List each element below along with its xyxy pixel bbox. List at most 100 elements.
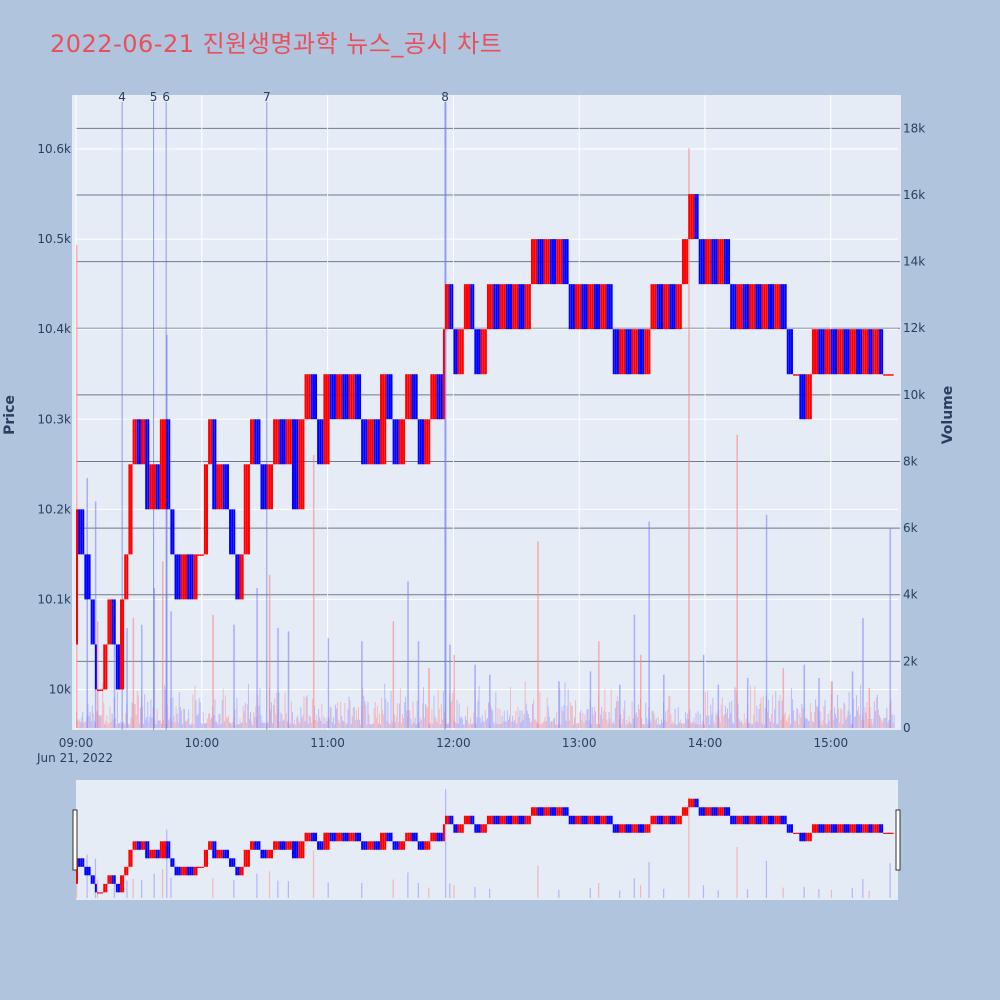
volume-bar — [244, 702, 246, 728]
price-candle — [772, 284, 775, 330]
price-candle — [140, 419, 143, 465]
rangeslider-candle — [373, 841, 376, 850]
volume-bar — [179, 706, 181, 728]
volume-bar — [459, 717, 461, 728]
rangeslider-candle — [755, 815, 758, 825]
rangeslider-candle — [166, 841, 169, 859]
rangeslider-volume-bar — [126, 880, 128, 898]
rangeslider-candle — [822, 824, 825, 833]
volume-bar — [556, 711, 558, 728]
volume-bar — [515, 711, 517, 728]
price-candle — [688, 194, 691, 240]
volume-bar — [129, 724, 131, 728]
volume-bar — [572, 724, 574, 728]
volume-bar — [706, 715, 708, 728]
volume-bar — [238, 724, 240, 728]
volume-bar — [503, 710, 505, 728]
rangeslider-candle — [656, 815, 659, 825]
volume-bar — [605, 711, 607, 728]
volume-bar — [695, 713, 697, 728]
volume-bar — [350, 723, 352, 728]
rangeslider-candle — [103, 883, 106, 893]
rangeslider-candle — [562, 807, 565, 816]
rangeslider-candle — [524, 815, 527, 825]
volume-bar — [93, 720, 95, 728]
price-candle — [394, 419, 397, 465]
volume-bar — [371, 723, 373, 728]
y2-tick-label: 8k — [903, 454, 918, 468]
volume-bar — [341, 716, 343, 728]
volume-bar — [701, 720, 703, 728]
volume-bar — [786, 721, 788, 728]
volume-bar — [248, 719, 250, 728]
volume-bar — [654, 720, 656, 728]
volume-bar — [514, 719, 516, 728]
price-candle — [455, 329, 458, 375]
price-candle — [631, 329, 634, 375]
rangeslider-candle — [587, 815, 590, 825]
volume-bar — [874, 710, 876, 728]
rangeslider-candle — [430, 832, 433, 842]
volume-bar — [495, 692, 497, 728]
volume-bar — [407, 581, 409, 728]
volume-bar — [877, 709, 879, 728]
price-candle — [675, 284, 678, 330]
rangeslider-handle-left[interactable] — [72, 809, 78, 871]
rangeslider-candle — [606, 815, 609, 825]
volume-bar — [586, 709, 588, 728]
volume-bar — [230, 722, 232, 728]
volume-bar — [885, 717, 887, 728]
rangeslider-candle — [602, 815, 605, 825]
rangeslider-candle — [132, 841, 135, 850]
rangeslider-candle — [463, 815, 466, 825]
rangeslider-candle — [604, 815, 607, 825]
rangeslider-handle-right[interactable] — [895, 809, 901, 871]
price-candle — [640, 329, 643, 375]
chart-svg[interactable]: 45678 09:00 10:00 11:00 12:00 13:00 14:00 15:0… — [0, 0, 1000, 1000]
rangeslider-candle — [214, 841, 217, 859]
rangeslider-candle — [834, 824, 837, 833]
volume-bar — [782, 668, 785, 728]
rangeslider-candle — [885, 832, 888, 834]
price-candle — [881, 329, 884, 375]
volume-bar — [421, 703, 423, 728]
rangeslider-candle — [648, 824, 651, 833]
volume-bar — [333, 724, 335, 728]
rangeslider-candle — [203, 849, 206, 867]
price-candle — [474, 329, 477, 375]
volume-bar — [482, 720, 484, 728]
volume-bar — [516, 723, 518, 728]
volume-bar — [286, 721, 288, 728]
volume-bar — [563, 704, 565, 728]
rangeslider-volume-bar — [153, 873, 155, 898]
price-candle — [619, 329, 622, 375]
rangeslider-volume-bar — [489, 888, 491, 898]
rangeslider-candle — [122, 875, 125, 893]
price-candle — [424, 419, 427, 465]
price-candle — [841, 329, 844, 375]
volume-bar — [837, 695, 839, 728]
rangeslider-background[interactable] — [76, 780, 898, 900]
rangeslider-candle — [371, 841, 374, 850]
volume-bar — [456, 699, 458, 728]
price-candle — [822, 329, 825, 375]
rangeslider-candle — [805, 832, 808, 842]
volume-bar — [774, 709, 776, 728]
rangeslider-candle — [235, 866, 238, 876]
price-candle — [879, 329, 882, 375]
price-candle — [445, 284, 448, 330]
volume-bar — [80, 722, 82, 728]
rangeslider-candle — [82, 858, 85, 867]
rangeslider-candle — [109, 875, 112, 884]
price-candle — [484, 329, 487, 375]
volume-bar — [344, 702, 346, 728]
rangeslider-candle — [633, 824, 636, 833]
rangeslider-candle — [860, 824, 863, 833]
volume-bar — [842, 723, 844, 728]
volume-bar — [544, 717, 546, 728]
volume-bar — [159, 720, 161, 728]
price-candle — [660, 284, 663, 330]
volume-bar — [280, 712, 282, 728]
volume-bar — [369, 723, 371, 728]
volume-bar — [193, 724, 195, 728]
